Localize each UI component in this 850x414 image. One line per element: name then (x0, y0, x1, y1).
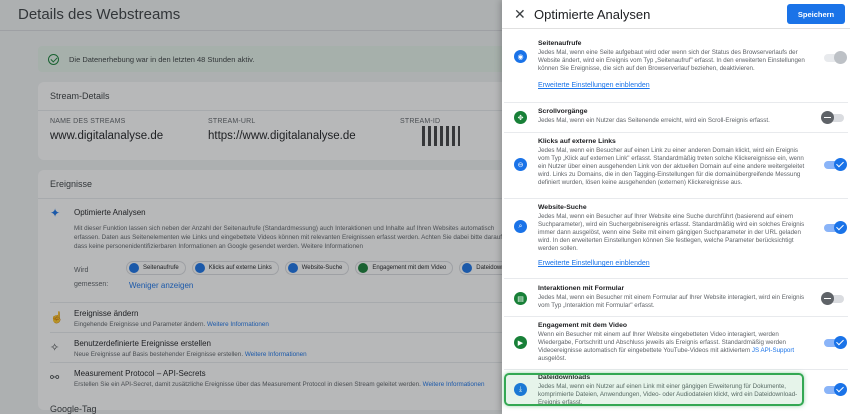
form-interactions-toggle[interactable] (821, 292, 844, 305)
file-downloads-toggle[interactable] (824, 383, 847, 396)
section-outbound-clicks: ⊖ Klicks auf externe Links Jedes Mal, we… (504, 136, 848, 196)
play-icon: ▶ (514, 336, 527, 349)
section-video-engagement: ▶ Engagement mit dem Video Wenn ein Besu… (504, 320, 848, 366)
video-engagement-toggle[interactable] (824, 336, 847, 349)
js-api-support-link[interactable]: JS API-Support (752, 347, 794, 354)
section-form-interactions: ▤ Interaktionen mit Formular Jedes Mal, … (504, 283, 848, 313)
panel-title: Optimierte Analysen (534, 7, 651, 22)
panel-header: ✕ Optimierte Analysen Speichern (502, 0, 850, 29)
outbound-clicks-toggle[interactable] (824, 158, 847, 171)
site-search-toggle[interactable] (824, 221, 847, 234)
section-divider (504, 369, 848, 370)
save-button[interactable]: Speichern (787, 4, 845, 24)
file-downloads-highlight (504, 373, 804, 406)
link-icon: ⊖ (514, 158, 527, 171)
section-divider (504, 278, 848, 279)
close-icon[interactable]: ✕ (514, 6, 526, 23)
section-page-views: ◉ Seitenaufrufe Jedes Mal, wenn eine Sei… (504, 38, 848, 96)
scrolls-toggle[interactable] (821, 111, 844, 124)
search-icon: ⌕ (514, 220, 527, 233)
section-divider (504, 198, 848, 199)
page-views-toggle (824, 51, 847, 64)
section-divider (504, 316, 848, 317)
section-divider (504, 102, 848, 103)
eye-icon: ◉ (514, 50, 527, 63)
section-site-search: ⌕ Website-Suche Jedes Mal, wenn ein Besu… (504, 202, 848, 274)
section-scrolls: ✥ Scrollvorgänge Jedes Mal, wenn ein Nut… (504, 106, 848, 130)
section-divider (504, 132, 848, 133)
enhanced-analytics-panel: ✕ Optimierte Analysen Speichern ◉ Seiten… (502, 0, 850, 414)
form-icon: ▤ (514, 292, 527, 305)
advanced-settings-link[interactable]: Erweiterte Einstellungen einblenden (538, 82, 650, 89)
advanced-settings-link[interactable]: Erweiterte Einstellungen einblenden (538, 260, 650, 267)
compass-icon: ✥ (514, 111, 527, 124)
